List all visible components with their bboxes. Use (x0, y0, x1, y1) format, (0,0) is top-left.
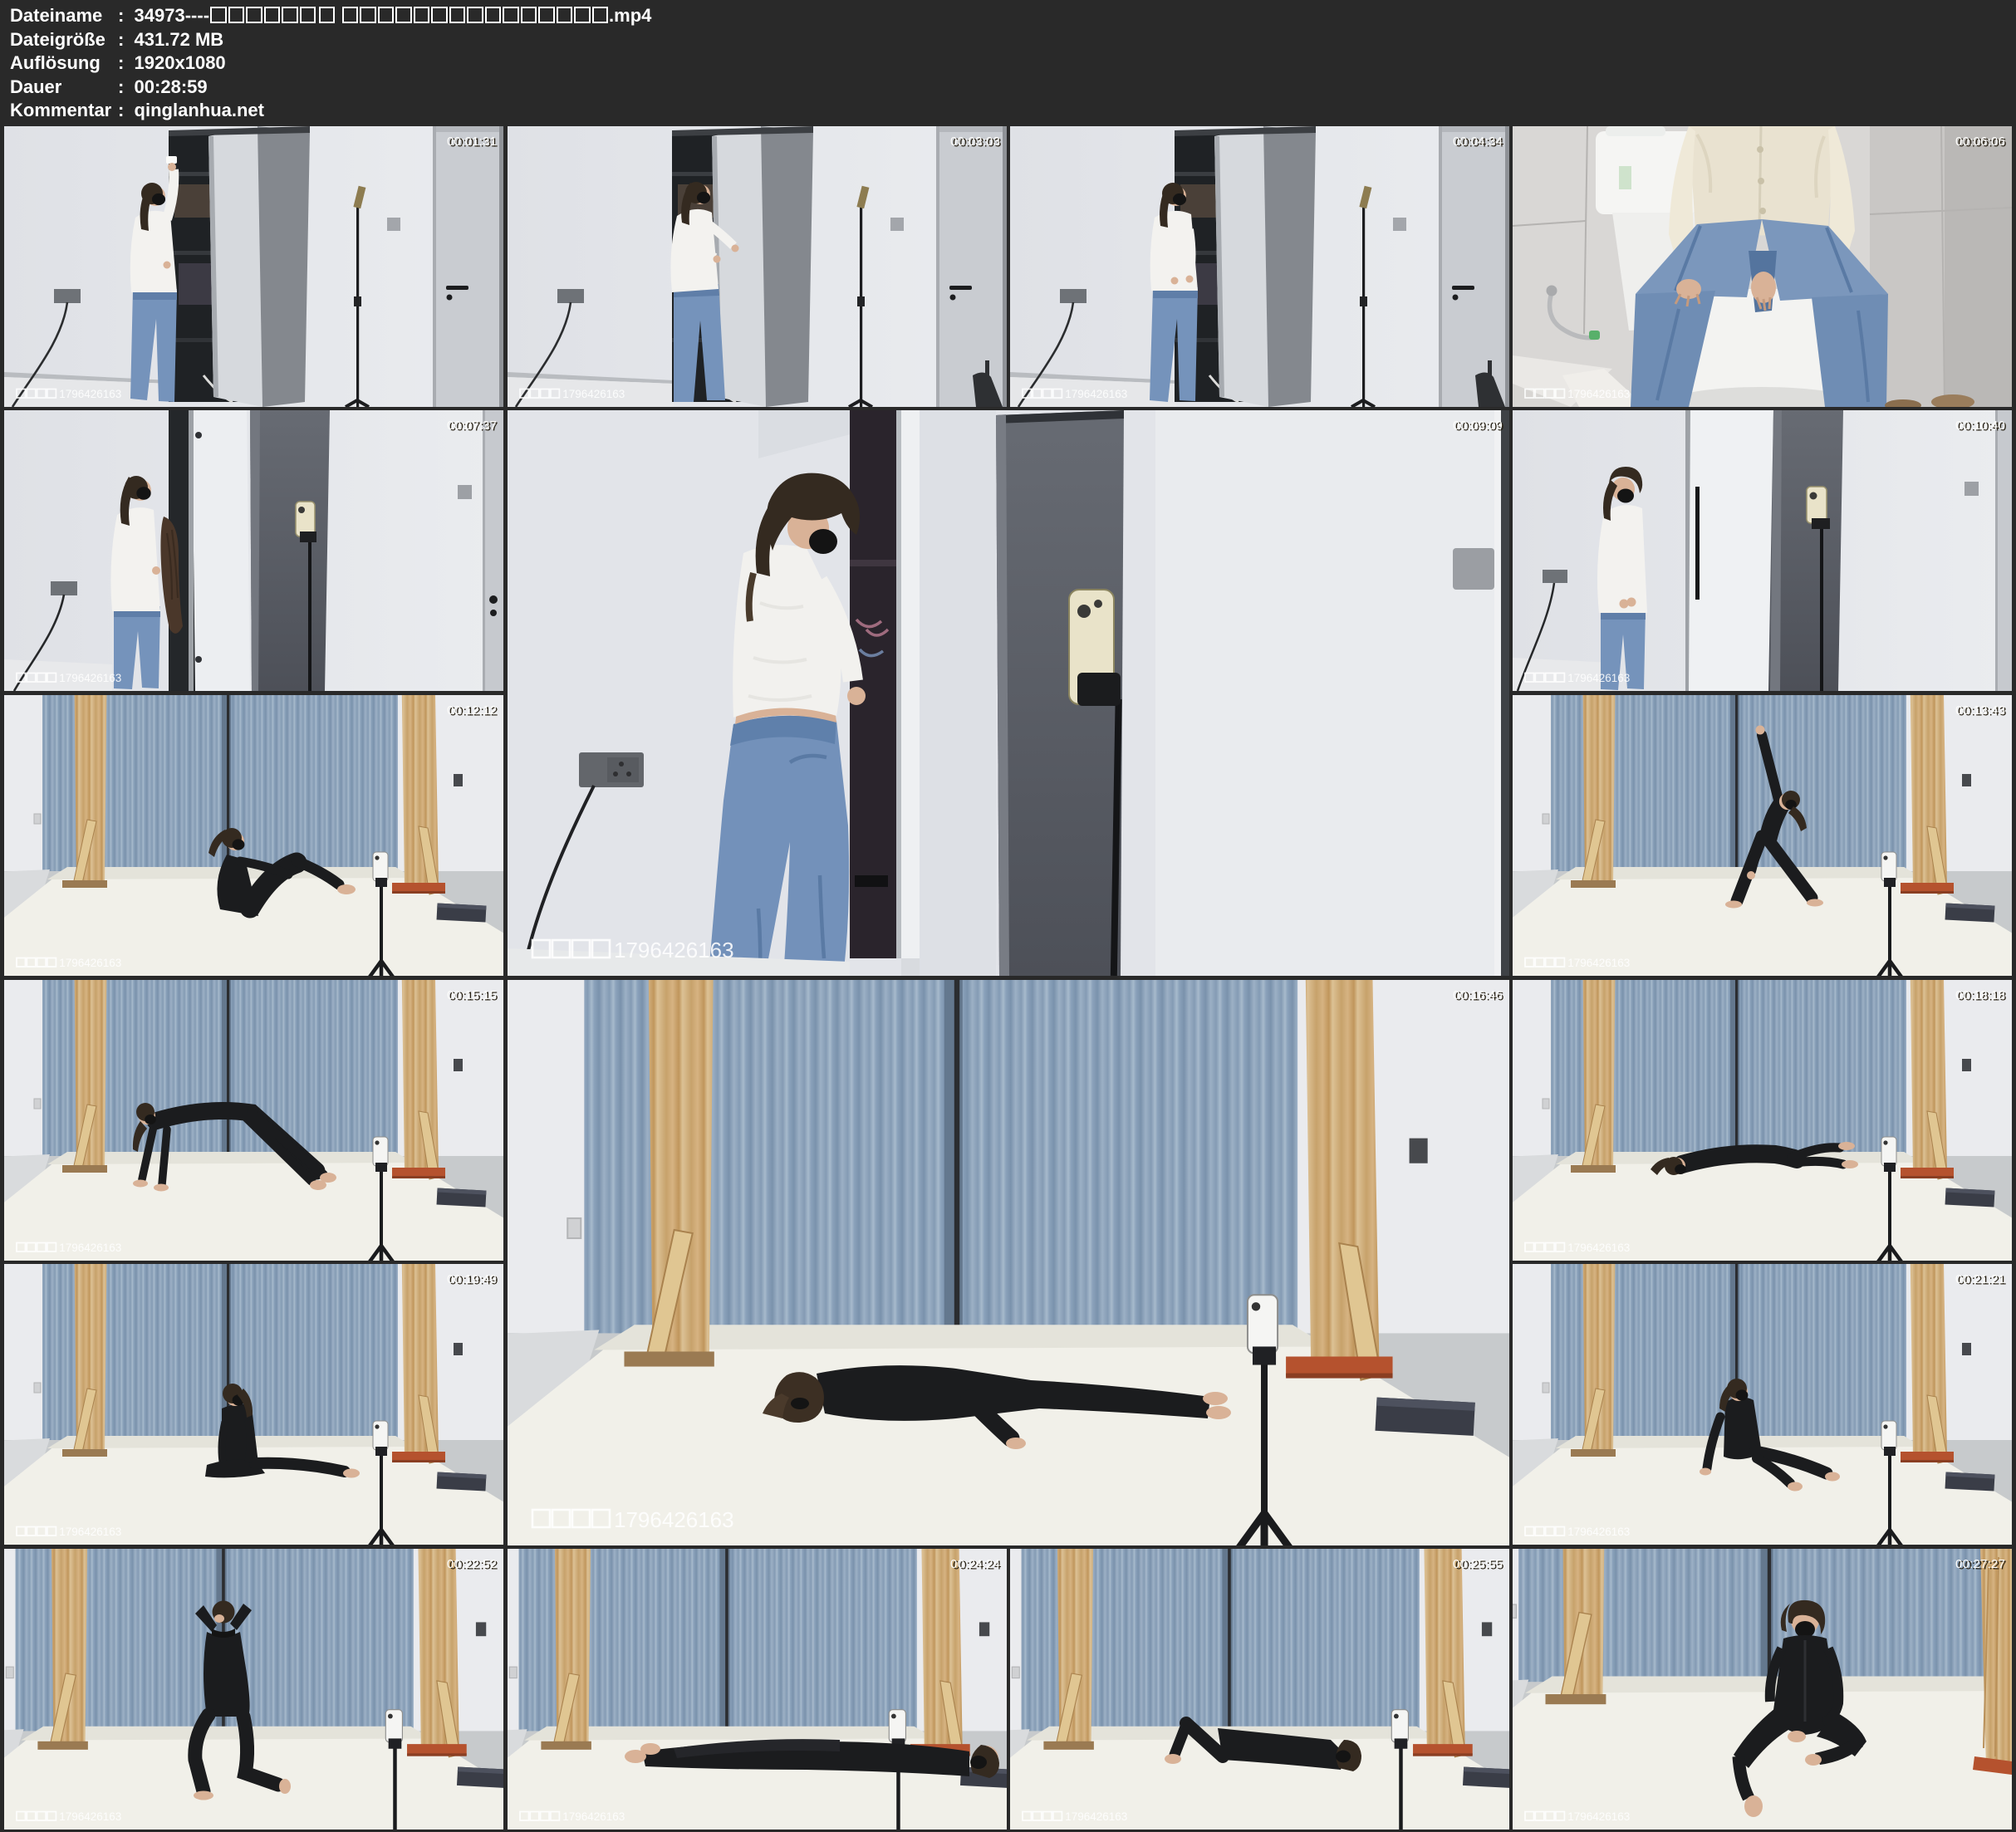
svg-text:00:24:24: 00:24:24 (950, 1557, 1000, 1571)
svg-text:00:09:09: 00:09:09 (1453, 419, 1503, 433)
svg-text:00:06:06: 00:06:06 (1955, 135, 2005, 149)
svg-text:1796426163: 1796426163 (1065, 388, 1127, 400)
svg-text:1796426163: 1796426163 (1065, 1810, 1127, 1823)
svg-text:1796426163: 1796426163 (59, 388, 121, 400)
svg-text:00:16:46: 00:16:46 (1453, 988, 1503, 1002)
svg-text:00:07:37: 00:07:37 (447, 419, 497, 433)
svg-text:00:25:55: 00:25:55 (1453, 1557, 1503, 1571)
svg-text:1796426163: 1796426163 (59, 1242, 121, 1254)
svg-text:1796426163: 1796426163 (614, 938, 734, 963)
svg-text:00:13:43: 00:13:43 (1955, 703, 2005, 718)
svg-text:1796426163: 1796426163 (1567, 1242, 1630, 1254)
svg-text:00:04:34: 00:04:34 (1453, 135, 1503, 149)
svg-text:00:21:21: 00:21:21 (1955, 1272, 2005, 1286)
svg-text:1796426163: 1796426163 (1567, 388, 1630, 400)
svg-text:00:22:52: 00:22:52 (447, 1557, 497, 1571)
svg-text:1796426163: 1796426163 (59, 672, 121, 684)
svg-text:00:10:40: 00:10:40 (1955, 419, 2005, 433)
svg-text:00:03:03: 00:03:03 (950, 135, 1000, 149)
svg-text:1796426163: 1796426163 (59, 957, 121, 969)
svg-text:00:19:49: 00:19:49 (447, 1272, 497, 1286)
svg-text:1796426163: 1796426163 (562, 388, 625, 400)
svg-text:00:12:12: 00:12:12 (447, 703, 497, 718)
svg-text:00:27:27: 00:27:27 (1955, 1557, 2005, 1571)
svg-text:00:01:31: 00:01:31 (447, 135, 497, 149)
svg-text:1796426163: 1796426163 (562, 1810, 625, 1823)
svg-text:1796426163: 1796426163 (59, 1810, 121, 1823)
svg-text:1796426163: 1796426163 (1567, 1526, 1630, 1538)
svg-text:00:15:15: 00:15:15 (447, 988, 497, 1002)
svg-text:1796426163: 1796426163 (1567, 1810, 1630, 1823)
svg-text:00:18:18: 00:18:18 (1955, 988, 2005, 1002)
svg-text:1796426163: 1796426163 (1567, 957, 1630, 969)
svg-text:1796426163: 1796426163 (1567, 672, 1630, 684)
svg-text:1796426163: 1796426163 (59, 1526, 121, 1538)
svg-text:1796426163: 1796426163 (614, 1507, 734, 1532)
